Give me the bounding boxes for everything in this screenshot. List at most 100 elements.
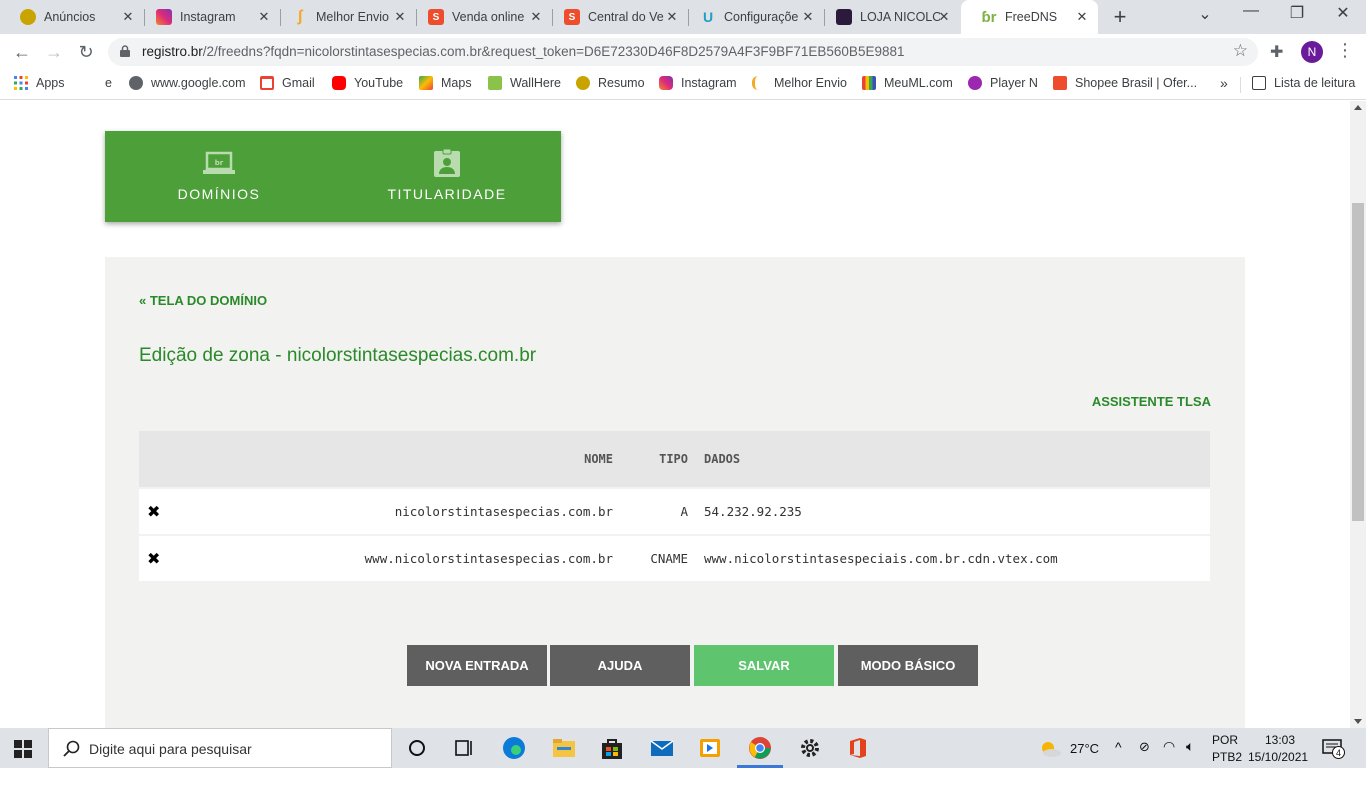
bookmark-player-n[interactable]: Player N (968, 76, 1038, 90)
wifi-icon[interactable]: ◠ (1163, 738, 1175, 778)
melhor-envio-icon: ʃ (297, 8, 303, 25)
close-icon[interactable]: ✕ (664, 9, 680, 25)
nav-ownership[interactable]: TITULARIDADE (333, 131, 561, 222)
page-scrollbar[interactable] (1350, 101, 1366, 728)
weather-icon[interactable] (1038, 737, 1062, 761)
close-icon[interactable]: ✕ (528, 9, 544, 25)
search-placeholder: Digite aqui para pesquisar (89, 741, 252, 757)
new-entry-button[interactable]: NOVA ENTRADA (407, 645, 547, 686)
forward-button[interactable]: → (42, 40, 66, 64)
bookmark-star-icon[interactable]: ☆ (1233, 41, 1248, 61)
reading-list[interactable]: Lista de leitura (1252, 76, 1355, 90)
bookmark-label: Instagram (681, 76, 737, 90)
scroll-up-icon[interactable] (1354, 105, 1362, 110)
close-icon[interactable]: ✕ (392, 9, 408, 25)
tab-loja-nicolor[interactable]: LOJA NICOLO ✕ (816, 0, 960, 34)
tab-instagram[interactable]: Instagram ✕ (136, 0, 280, 34)
temperature[interactable]: 27°C (1070, 741, 1099, 781)
scroll-thumb[interactable] (1352, 203, 1364, 521)
volume-icon[interactable]: 🔈︎ (1186, 738, 1194, 778)
task-view-icon[interactable] (452, 736, 476, 760)
tab-configuracoes[interactable]: U Configuraçõe ✕ (680, 0, 824, 34)
column-header-type: TIPO (659, 452, 688, 466)
clock-date[interactable]: 15/10/2021 (1248, 750, 1308, 790)
browser-menu-icon[interactable]: ⋮ (1336, 40, 1354, 61)
back-button[interactable]: ← (10, 40, 34, 64)
store-icon[interactable] (600, 736, 624, 760)
bookmark-gmail[interactable]: Gmail (260, 76, 315, 90)
laptop-icon: br (203, 151, 235, 174)
bookmark-label: www.google.com (151, 76, 246, 90)
tab-freedns[interactable]: ɓr FreeDNS ✕ (961, 0, 1098, 34)
bookmark-maps[interactable]: Maps (419, 76, 472, 90)
bookmark-meuml[interactable]: MeuML.com (862, 76, 953, 90)
tab-search-chevron-icon[interactable]: ⌄ (1190, 4, 1220, 24)
bookmark-wallhere[interactable]: WallHere (488, 76, 561, 90)
save-button[interactable]: SALVAR (694, 645, 834, 686)
bookmark-resumo[interactable]: Resumo (576, 76, 645, 90)
delete-record-icon[interactable]: ✖ (147, 536, 160, 581)
file-explorer-icon[interactable] (552, 736, 576, 760)
more-bookmarks-icon[interactable]: » (1220, 75, 1228, 91)
tab-strip: Anúncios ✕ Instagram ✕ ʃ Melhor Envio ✕ … (0, 0, 1366, 34)
notifications-icon[interactable]: 4 (1322, 738, 1348, 759)
table-header: NOME TIPO DADOS (139, 431, 1210, 487)
delete-record-icon[interactable]: ✖ (147, 489, 160, 534)
store-icon (836, 9, 852, 25)
show-hidden-icons-icon[interactable]: ^ (1115, 739, 1122, 779)
close-icon[interactable]: ✕ (800, 9, 816, 25)
url-host: registro.br (142, 44, 203, 59)
tab-melhor-envio[interactable]: ʃ Melhor Envio ✕ (272, 0, 416, 34)
keyboard-layout[interactable]: PTB2 (1212, 750, 1242, 790)
edge-icon[interactable] (502, 736, 526, 760)
cortana-icon[interactable] (405, 736, 429, 760)
close-icon[interactable]: ✕ (936, 9, 952, 25)
bookmark-e[interactable]: e (105, 76, 112, 90)
scroll-down-icon[interactable] (1354, 719, 1362, 724)
bookmark-instagram[interactable]: Instagram (659, 76, 737, 90)
chrome-icon[interactable] (748, 736, 772, 760)
mail-icon[interactable] (650, 736, 674, 760)
minimize-button[interactable]: — (1236, 2, 1266, 20)
bookmark-melhor-envio[interactable]: Melhor Envio (752, 76, 847, 90)
nav-ownership-label: TITULARIDADE (387, 186, 507, 202)
office-icon[interactable] (846, 736, 870, 760)
instagram-icon (659, 76, 673, 90)
new-tab-button[interactable]: + (1108, 4, 1132, 30)
video-editor-icon[interactable] (698, 736, 722, 760)
shopee-icon: S (428, 9, 444, 25)
shopee-icon: S (564, 9, 580, 25)
network-status-icon[interactable]: ⊘ (1139, 739, 1150, 779)
extensions-puzzle-icon[interactable]: ✚ (1270, 42, 1283, 62)
bookmark-youtube[interactable]: YouTube (332, 76, 403, 90)
bookmark-label: WallHere (510, 76, 561, 90)
tab-venda-online[interactable]: S Venda online ✕ (408, 0, 552, 34)
restore-button[interactable]: ❐ (1282, 3, 1312, 23)
bookmark-label: Player N (990, 76, 1038, 90)
tab-central-vendedor[interactable]: S Central do Ve ✕ (544, 0, 688, 34)
reading-list-label: Lista de leitura (1274, 76, 1356, 90)
basic-mode-button[interactable]: MODO BÁSICO (838, 645, 978, 686)
address-bar[interactable]: registro.br/2/freedns?fqdn=nicolorstinta… (108, 38, 1258, 66)
tab-anuncios[interactable]: Anúncios ✕ (0, 0, 144, 34)
close-icon[interactable]: ✕ (120, 9, 136, 25)
taskbar-search[interactable]: Digite aqui para pesquisar (48, 728, 392, 768)
back-to-domain-link[interactable]: « TELA DO DOMÍNIO (139, 293, 267, 308)
profile-avatar[interactable]: N (1301, 41, 1323, 63)
lock-icon (120, 45, 130, 57)
page-content: br DOMÍNIOS TITULARIDADE « TELA DO DOMÍN… (0, 101, 1350, 728)
windows-start-icon[interactable] (14, 740, 32, 758)
bookmark-label: Gmail (282, 76, 315, 90)
bookmark-google[interactable]: www.google.com (129, 76, 246, 90)
close-window-button[interactable]: ✕ (1328, 3, 1358, 23)
tlsa-wizard-link[interactable]: ASSISTENTE TLSA (1092, 394, 1211, 409)
bookmark-apps[interactable]: Apps (14, 76, 65, 90)
close-icon[interactable]: ✕ (1074, 9, 1090, 25)
nav-domains[interactable]: br DOMÍNIOS (105, 131, 333, 222)
record-type: A (680, 504, 688, 519)
help-button[interactable]: AJUDA (550, 645, 690, 686)
settings-gear-icon[interactable] (798, 736, 822, 760)
bookmark-shopee[interactable]: Shopee Brasil | Ofer... (1053, 76, 1197, 90)
reload-button[interactable]: ↻ (74, 40, 98, 64)
close-icon[interactable]: ✕ (256, 9, 272, 25)
